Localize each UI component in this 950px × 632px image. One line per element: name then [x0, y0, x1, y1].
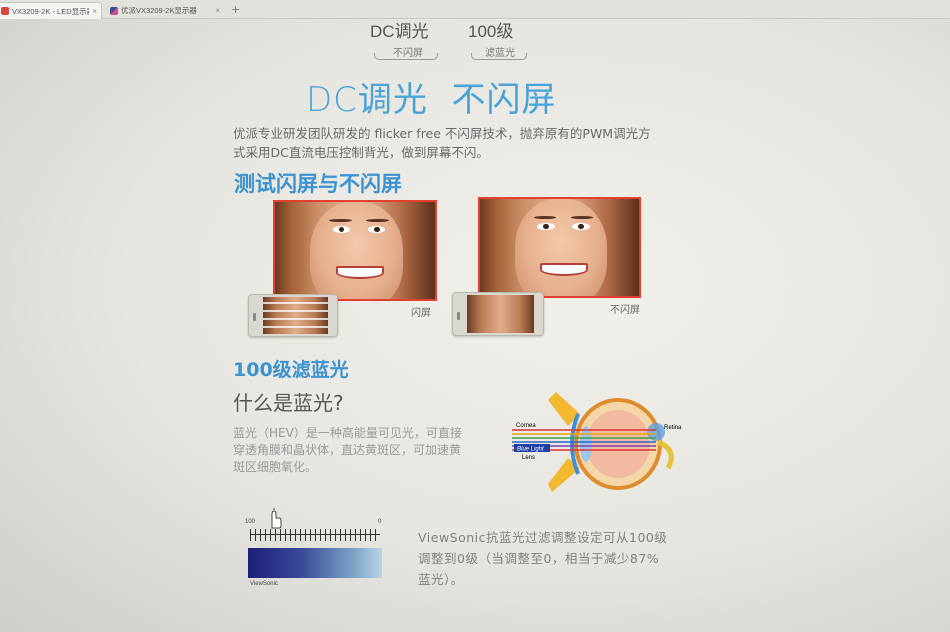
phone-no-flicker-image: [452, 292, 544, 336]
cornea-label: Cornea: [516, 423, 536, 429]
slider-ticks: [250, 529, 380, 541]
retina-label: Retina: [664, 425, 682, 431]
face-detail: [332, 226, 351, 234]
bluelight-gradient-bar: [248, 548, 382, 578]
hand-pointer-icon[interactable]: [265, 506, 283, 530]
paragraph-line: 斑区细胞氧化。: [233, 460, 318, 474]
site-favicon-icon: [1, 7, 9, 15]
paragraph-line: ViewSonic抗蓝光过滤调整设定可从100级: [418, 530, 668, 545]
feature-dc-dimming: DC调光 不闪屏: [370, 17, 446, 60]
slider-max-label: 100: [245, 519, 256, 525]
paragraph-line: 蓝光）。: [418, 572, 464, 587]
paragraph-line: 调整到0级（当调整至0，相当于减少87%: [418, 551, 660, 566]
flicker-caption: 闪屏: [411, 308, 431, 319]
paragraph-line: 优派专业研发团队研发的 flicker free 不闪屏技术，抛弃原有的PWM调…: [233, 126, 651, 141]
flicker-lines: [263, 297, 328, 334]
feature-title: DC调光: [370, 22, 429, 41]
no-flicker-caption: 不闪屏: [610, 305, 640, 316]
tab-title: VX3209-2K - LED显示器: [12, 6, 90, 16]
slider-track[interactable]: [250, 534, 380, 535]
dc-section-paragraph: 优派专业研发团队研发的 flicker free 不闪屏技术，抛弃原有的PWM调…: [233, 124, 733, 162]
phone-flicker-image: [248, 294, 338, 337]
feature-bracket: [374, 53, 438, 60]
dc-section-title: DC调光 不闪屏: [306, 80, 557, 120]
face-image: [514, 199, 608, 296]
face-detail: [572, 223, 590, 231]
close-icon[interactable]: ×: [215, 6, 220, 15]
feature-bracket: [471, 53, 527, 60]
paragraph-line: 式采用DC直流电压控制背光，做到屏幕不闪。: [233, 145, 489, 160]
viewsonic-paragraph: ViewSonic抗蓝光过滤调整设定可从100级 调整到0级（当调整至0，相当于…: [418, 527, 718, 590]
bluelight-paragraph: 蓝光（HEV）是一种高能量可见光，可直接 穿透角膜和晶状体，直达黄斑区，可加速黄…: [233, 425, 503, 476]
slider-min-label: 0: [378, 519, 382, 525]
paragraph-line: 蓝光（HEV）是一种高能量可见光，可直接: [233, 426, 462, 440]
bluelight-question: 什么是蓝光?: [233, 391, 344, 415]
browser-tab[interactable]: VX3209-2K - LED显示器 ×: [0, 2, 102, 19]
phone-button-icon: [457, 311, 460, 320]
paragraph-line: 穿透角膜和晶状体，直达黄斑区，可加速黄: [233, 443, 462, 457]
close-icon[interactable]: ×: [92, 7, 97, 16]
slider-brand-label: ViewSonic: [250, 581, 278, 587]
feature-blue-light-filter: 100级 滤蓝光: [468, 17, 532, 60]
new-tab-button[interactable]: +: [231, 3, 240, 16]
viewsonic-favicon-icon: [110, 6, 118, 15]
face-image: [310, 202, 403, 299]
test-section-title: 测试闪屏与不闪屏: [234, 172, 402, 196]
eye-diagram: Blue Light Cornea Retina Lens: [512, 392, 682, 492]
feature-title: 100级: [468, 22, 514, 41]
bluelight-section-title: 100级滤蓝光: [233, 359, 349, 381]
no-flicker-photo: [478, 197, 641, 298]
blue-light-label: Blue Light: [517, 447, 544, 453]
eye-interior: [586, 410, 650, 478]
phone-screen: [263, 297, 328, 334]
lens-label: Lens: [522, 455, 535, 461]
face-detail: [335, 266, 384, 279]
phone-button-icon: [253, 313, 256, 322]
phone-screen: [467, 295, 534, 333]
face-detail: [537, 223, 555, 231]
tab-title: 优派VX3209-2K显示器: [121, 6, 197, 15]
browser-tab[interactable]: 优派VX3209-2K显示器 ×: [106, 2, 224, 19]
lens-shape: [580, 426, 592, 462]
face-detail: [540, 263, 589, 276]
flicker-photo: [273, 200, 437, 301]
